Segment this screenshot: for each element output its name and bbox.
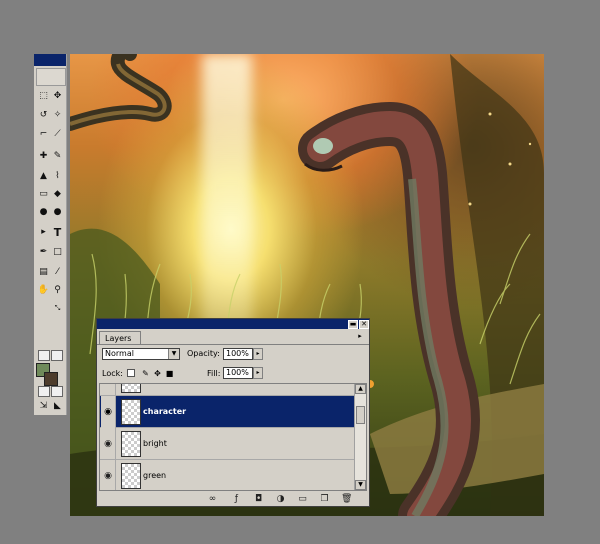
layer-thumbnail [121,399,141,425]
layer-thumbnail [121,384,141,393]
burn-icon[interactable]: ● [51,206,64,219]
opacity-label: Opacity: [187,349,220,358]
path-select-icon[interactable]: ▸ [37,226,50,239]
layer-row-bright[interactable]: ◉ bright [100,428,356,460]
new-group-icon[interactable]: ▭ [297,494,308,505]
standard-mode-button[interactable] [38,350,50,361]
fill-input[interactable]: 100% [223,367,253,379]
screen-mode-full-button[interactable] [51,386,63,397]
layers-footer: ∞ ƒ ◘ ◑ ▭ ❐ 🗑 [97,493,369,507]
photoshop-logo[interactable] [36,68,66,86]
slice-tool-icon[interactable]: ⟋ [51,128,64,141]
lock-pixels-icon[interactable]: ✎ [141,369,150,378]
layer-thumbnail [121,463,141,489]
shape-icon[interactable]: □ [51,246,64,259]
panel-menu-icon[interactable]: ▸ [356,333,364,340]
eraser-tool-icon[interactable]: ▭ [37,188,50,201]
layer-row-character[interactable]: ◉ character [100,396,356,428]
move-tool-icon[interactable]: ✥ [51,90,64,103]
active-brush-icon [116,396,120,428]
chevron-down-icon[interactable]: ▼ [168,349,179,359]
marquee-tool-icon[interactable]: ⬚ [37,90,50,103]
opacity-input[interactable]: 100% [223,348,253,360]
paint-bucket-icon[interactable]: ◆ [51,188,64,201]
layer-row-shadow[interactable]: ◉ shadow [100,384,356,396]
notes-tool-icon[interactable]: ▤ [37,266,50,279]
layer-name: shadow [143,384,174,396]
swap-colors-icon[interactable]: ⤡ [51,302,64,315]
layer-name: green [143,471,167,480]
adjustment-layer-icon[interactable]: ◑ [275,494,286,505]
quick-mask-button[interactable] [51,350,63,361]
tab-layers[interactable]: Layers [99,331,141,344]
layers-list: ◉ shadow ◉ character ◉ bright ◉ green ▲ … [99,383,367,491]
lasso-tool-icon[interactable]: ↺ [37,109,50,122]
link-layers-icon[interactable]: ∞ [207,494,218,505]
layer-mask-icon[interactable]: ◘ [253,494,264,505]
trash-icon[interactable]: 🗑 [341,494,352,505]
tools-titlebar[interactable] [34,54,66,66]
screen-mode-standard-button[interactable] [38,386,50,397]
fill-slider-button[interactable]: ▸ [253,367,263,379]
scroll-up-icon[interactable]: ▲ [355,384,366,394]
lock-position-icon[interactable]: ✥ [153,369,162,378]
layer-style-icon[interactable]: ƒ [231,494,242,505]
eye-icon[interactable]: ◉ [101,428,116,460]
fill-label: Fill: [207,369,221,378]
zoom-icon[interactable]: ⚲ [51,284,64,297]
blur-tool-icon[interactable]: ● [37,206,50,219]
layer-name: character [143,407,187,416]
crop-tool-icon[interactable]: ⌐ [37,128,50,141]
layers-scrollbar[interactable]: ▲ ▼ [354,384,366,490]
lock-label: Lock: [102,369,123,378]
close-button[interactable]: ✕ [359,320,369,329]
jump-to-imageready-icon[interactable]: ⇲ [37,400,50,413]
healing-brush-icon[interactable]: ✚ [37,150,50,163]
type-icon[interactable]: T [51,226,64,239]
blend-mode-select[interactable]: Normal ▼ [102,348,180,360]
new-layer-icon[interactable]: ❐ [319,494,330,505]
tab-divider [97,344,369,345]
opacity-slider-button[interactable]: ▸ [253,348,263,360]
brush-icon[interactable]: ✎ [51,150,64,163]
eye-icon[interactable]: ◉ [101,396,116,428]
minimize-button[interactable]: ▬ [348,320,358,329]
eye-icon[interactable]: ◉ [101,460,116,490]
layers-panel-titlebar[interactable]: ▬ ✕ [97,319,369,329]
magic-wand-icon[interactable]: ✧ [51,109,64,122]
background-color-swatch[interactable] [44,372,58,386]
stamp-tool-icon[interactable]: ▲ [37,170,50,183]
eyedropper-icon[interactable]: ⁄ [51,266,64,279]
layer-name: bright [143,439,167,448]
layer-row-green[interactable]: ◉ green [100,460,356,490]
lock-all-icon[interactable]: ■ [165,369,174,378]
imageready-icon[interactable]: ◣ [51,400,64,413]
lock-transparency-icon[interactable] [127,369,135,377]
scroll-thumb[interactable] [356,406,365,424]
blend-mode-value: Normal [105,349,134,358]
layers-panel: ▬ ✕ Layers ▸ Normal ▼ Opacity: 100% ▸ Lo… [96,318,370,507]
tools-palette: ⬚ ✥ ↺ ✧ ⌐ ⟋ ✚ ✎ ▲ ⌇ ▭ ◆ ● ● ▸ T ✒ □ ▤ ⁄ … [34,54,67,415]
hand-tool-icon[interactable]: ✋ [37,284,50,297]
pen-tool-icon[interactable]: ✒ [37,246,50,259]
eye-icon[interactable]: ◉ [101,384,116,396]
layer-thumbnail [121,431,141,457]
history-brush-icon[interactable]: ⌇ [51,170,64,183]
scroll-down-icon[interactable]: ▼ [355,480,366,490]
